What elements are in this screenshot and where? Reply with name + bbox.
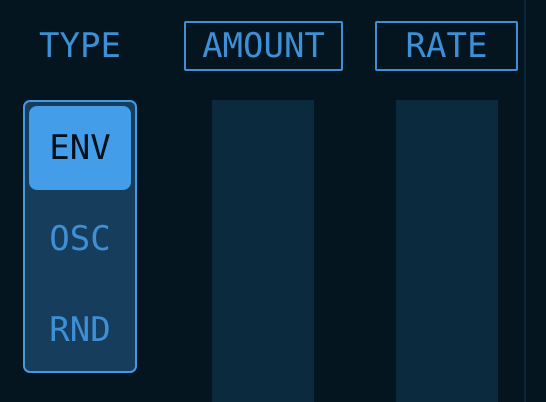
amount-button[interactable]: AMOUNT: [184, 21, 343, 71]
right-panel-divider: [524, 0, 526, 402]
type-label: TYPE: [39, 26, 121, 66]
type-selector: ENV OSC RND: [23, 100, 137, 373]
type-option-osc[interactable]: OSC: [29, 197, 131, 281]
amount-slider[interactable]: [212, 100, 314, 402]
type-option-env[interactable]: ENV: [29, 106, 131, 190]
rate-slider[interactable]: [396, 100, 498, 402]
rate-button[interactable]: RATE: [375, 21, 518, 71]
type-option-rnd[interactable]: RND: [29, 288, 131, 372]
